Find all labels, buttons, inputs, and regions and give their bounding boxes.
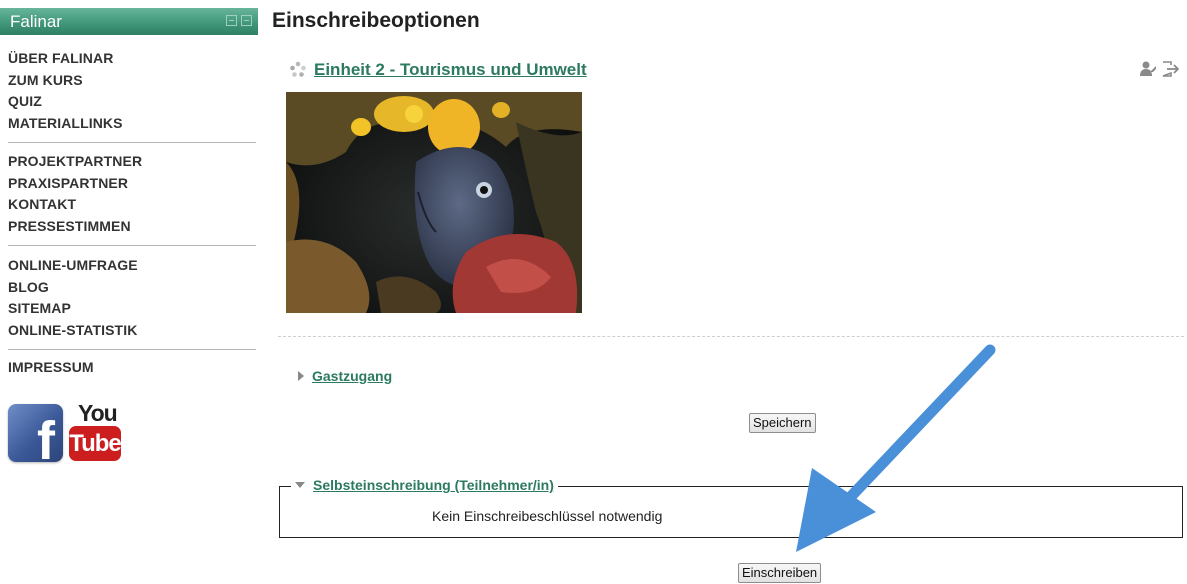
sidebar-item-blog[interactable]: BLOG	[8, 277, 256, 299]
guest-access-section: Gastzugang	[298, 368, 392, 384]
course-image	[286, 92, 582, 313]
course-icon	[290, 61, 306, 77]
sidebar-item-impressum[interactable]: IMPRESSUM	[8, 357, 256, 379]
youtube-icon[interactable]: You Tube	[69, 402, 124, 462]
youtube-you-text: You	[78, 400, 118, 426]
sidebar-item-projektpartner[interactable]: PROJEKTPARTNER	[8, 151, 256, 173]
sidebar-group-1: ÜBER FALINAR ZUM KURS QUIZ MATERIALLINKS	[8, 48, 256, 134]
course-title-link[interactable]: Einheit 2 - Tourismus und Umwelt	[314, 60, 587, 80]
sidebar-item-praxispartner[interactable]: PRAXISPARTNER	[8, 173, 256, 195]
sidebar-group-2: PROJEKTPARTNER PRAXISPARTNER KONTAKT PRE…	[8, 151, 256, 237]
facebook-icon[interactable]: f	[8, 404, 63, 462]
self-enrolment-legend: Selbsteinschreibung (Teilnehmer/in)	[291, 477, 558, 493]
sidebar-item-ueber-falinar[interactable]: ÜBER FALINAR	[8, 48, 256, 70]
section-divider	[278, 336, 1184, 337]
course-heading: Einheit 2 - Tourismus und Umwelt	[288, 60, 587, 80]
expanded-triangle-icon[interactable]	[295, 482, 305, 488]
sidebar-divider	[8, 245, 256, 246]
collapsed-triangle-icon[interactable]	[298, 371, 304, 381]
sidebar-item-zum-kurs[interactable]: ZUM KURS	[8, 70, 256, 92]
guest-access-link[interactable]: Gastzugang	[312, 368, 392, 384]
enrol-button[interactable]: Einschreiben	[738, 563, 822, 583]
sidebar-title: Falinar	[10, 12, 62, 31]
sidebar-divider	[8, 142, 256, 143]
sidebar-item-pressestimmen[interactable]: PRESSESTIMMEN	[8, 216, 256, 238]
save-button[interactable]: Speichern	[749, 413, 816, 433]
youtube-tube-text: Tube	[69, 426, 122, 461]
social-links: f You Tube	[8, 402, 124, 462]
sidebar-divider	[8, 349, 256, 350]
sidebar-group-4: IMPRESSUM	[8, 357, 256, 379]
user-enrol-icon[interactable]	[1139, 60, 1157, 78]
logout-icon[interactable]	[1161, 60, 1179, 78]
moray-eel-photo	[286, 92, 582, 313]
minimize-block-icon[interactable]	[226, 15, 237, 26]
sidebar-item-materiallinks[interactable]: MATERIALLINKS	[8, 113, 256, 135]
page-title: Einschreibeoptionen	[272, 9, 480, 32]
enrolment-key-note: Kein Einschreibeschlüssel notwendig	[432, 508, 663, 524]
course-header-icons	[1139, 60, 1179, 78]
sidebar-group-3: ONLINE-UMFRAGE BLOG SITEMAP ONLINE-STATI…	[8, 255, 256, 341]
facebook-letter: f	[37, 411, 55, 462]
sidebar-block-header: Falinar	[0, 8, 258, 35]
block-controls	[226, 15, 252, 26]
dock-block-icon[interactable]	[241, 15, 252, 26]
sidebar-item-sitemap[interactable]: SITEMAP	[8, 298, 256, 320]
self-enrolment-fieldset	[279, 486, 1183, 538]
sidebar-item-quiz[interactable]: QUIZ	[8, 91, 256, 113]
sidebar-item-kontakt[interactable]: KONTAKT	[8, 194, 256, 216]
sidebar-item-online-statistik[interactable]: ONLINE-STATISTIK	[8, 320, 256, 342]
sidebar-item-online-umfrage[interactable]: ONLINE-UMFRAGE	[8, 255, 256, 277]
self-enrolment-link[interactable]: Selbsteinschreibung (Teilnehmer/in)	[313, 477, 554, 493]
